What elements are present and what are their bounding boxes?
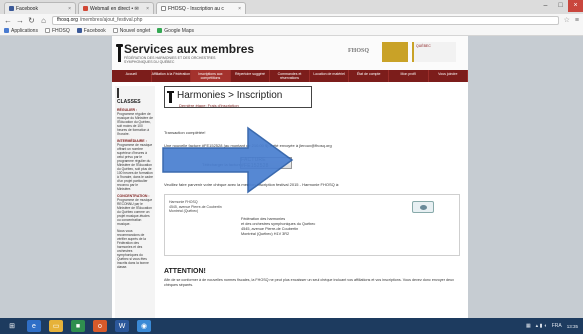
url-domain: fhosq.org [57,16,78,23]
payment-instructions: Veuillez faire parvenir votre chèque ave… [164,182,340,187]
invoice-sent-message: Une nouvelle facture #FE152528 (au monta… [164,143,332,148]
office-icon[interactable]: o [93,320,107,332]
harmonies-icon [167,91,174,103]
browser-titlebar: Facebook × Webmail en direct • ✉ × FHOSQ… [0,0,583,14]
file-explorer-icon[interactable]: ▭ [49,320,63,332]
tab-webmail[interactable]: Webmail en direct • ✉ × [78,2,154,14]
nav-joindre[interactable]: Vous joindre [429,70,469,82]
download-invoice-label: Télécharger la facture [202,162,241,167]
class-description: Programme de musique RECONNU par le Mini… [117,198,153,226]
chrome-icon[interactable]: ◉ [137,320,151,332]
url-path: /membres/ajout_festival.php [79,16,143,23]
invoice-download-button[interactable]: FACTURE #FE152528 [240,157,292,169]
tab-title: Facebook [16,5,38,12]
url-field[interactable]: fhosq.org/membres/ajout_festival.php [52,15,559,25]
class-description: Nous vous recommandons de vérifier auprè… [117,229,149,269]
site-title: Services aux membres [124,42,255,56]
browser-menu-icon[interactable]: ≡ [575,17,579,24]
close-tab-icon[interactable]: × [146,6,149,12]
nav-etat-compte[interactable]: État de compte [349,70,389,82]
keyboard-icon[interactable]: ▦ [526,323,531,329]
postage-stamp-icon [412,201,434,213]
tab-facebook[interactable]: Facebook × [4,2,76,14]
fhosq-logo: FHOSQ [348,48,370,54]
page-icon [44,28,50,33]
home-icon[interactable]: ⌂ [40,16,47,25]
step-label: Dernière étape: Frais d'inscription [179,103,239,108]
bookmark-google-maps[interactable]: Google Maps [157,28,194,34]
nav-commandes[interactable]: Commandes et réservations [270,70,310,82]
web-page: Services aux membres FÉDÉRATION DES HARM… [0,36,583,318]
nav-profil[interactable]: Mon profil [389,70,429,82]
page-heading-box: Harmonies > Inscription Dernière étape: … [164,86,312,108]
reload-icon[interactable]: ↻ [28,16,35,25]
minimize-icon[interactable]: – [538,0,553,12]
bookmark-new-tab[interactable]: Nouvel onglet [112,28,150,34]
app-icon[interactable]: ■ [71,320,85,332]
word-icon[interactable]: W [115,320,129,332]
close-window-icon[interactable]: × [568,0,583,12]
notification-icons[interactable]: ▴ ▮ ◖ [536,323,547,329]
forward-arrow-icon[interactable]: → [16,16,24,25]
main-content: Harmonies > Inscription Dernière étape: … [164,86,464,318]
tab-title: Webmail en direct • ✉ [90,5,139,12]
windows-taskbar: ⊞ e ▭ ■ o W ◉ ▦ ▴ ▮ ◖ FRA 13:35 [0,318,583,334]
mail-favicon-icon [83,6,88,11]
system-tray: ▦ ▴ ▮ ◖ FRA 13:35 [526,323,578,329]
tab-fhosq[interactable]: FHOSQ - Inscription au c × [156,2,246,14]
invoice-envelope: Harmonie FHOSQ 4545, avenue Pierre-de Co… [164,194,460,256]
recipient-address: Fédération des harmonies et des orchestr… [241,217,316,236]
transaction-status: Transaction complétée! [164,130,206,135]
close-tab-icon[interactable]: × [68,6,71,12]
page-title: Harmonies > Inscription [177,90,283,101]
attention-heading: ATTENTION! [164,268,206,275]
class-description: Programme de musique offrant un nombre s… [117,143,154,191]
nav-repertoire[interactable]: Répertoire suggéré [231,70,271,82]
page-icon [112,28,118,33]
site-logo-icon [116,44,123,62]
nav-accueil[interactable]: Accueil [112,70,152,82]
attention-text: Afin de se conformer à de nouvelles norm… [164,278,454,287]
sender-address: Harmonie FHOSQ 4545, avenue Pierre-de Co… [169,200,222,213]
back-arrow-icon[interactable]: ← [4,16,12,25]
site-subtitle: FÉDÉRATION DES HARMONIES ET DES ORCHESTR… [124,56,216,64]
facebook-icon [76,28,82,33]
address-bar: ← → ↻ ⌂ fhosq.org/membres/ajout_festival… [0,14,583,26]
facebook-favicon-icon [9,6,14,11]
page-favicon-icon [161,6,166,11]
classes-icon [117,88,124,98]
apps-grid-icon [4,28,9,33]
site-header: Services aux membres FÉDÉRATION DES HARM… [112,36,468,70]
bookmarks-bar: Applications FHOSQ Facebook Nouvel ongle… [0,26,583,36]
bookmark-fhosq[interactable]: FHOSQ [44,28,70,34]
page-container: Services aux membres FÉDÉRATION DES HARM… [112,36,469,318]
class-description: Programme régulier de musique du Ministè… [117,112,153,136]
maps-icon [157,28,163,33]
bookmark-applications[interactable]: Applications [4,28,38,34]
maximize-icon[interactable]: □ [553,0,568,12]
language-indicator[interactable]: FRA [552,323,562,329]
windows-start-icon[interactable]: ⊞ [5,320,19,332]
nav-location[interactable]: Location de matériel [310,70,350,82]
sidebar-title: CLASSES [117,99,141,105]
bookmark-star-icon[interactable]: ☆ [564,16,570,24]
partner-logo [382,42,408,62]
internet-explorer-icon[interactable]: e [27,320,41,332]
nav-affiliation[interactable]: Affiliation à la Fédération [152,70,192,82]
system-clock[interactable]: 13:35 [567,324,578,329]
window-controls: – □ × [538,0,583,12]
tab-title: FHOSQ - Inscription au c [168,5,224,12]
bookmark-facebook[interactable]: Facebook [76,28,106,34]
main-navigation: Accueil Affiliation à la Fédération Insc… [112,70,469,82]
nav-inscriptions[interactable]: Inscriptions aux compétitions [191,70,231,82]
close-tab-icon[interactable]: × [238,6,241,12]
sidebar-classes: CLASSES RÉGULIER : Programme régulier de… [115,86,155,318]
quebec-logo: QUÉBEC [412,42,456,62]
